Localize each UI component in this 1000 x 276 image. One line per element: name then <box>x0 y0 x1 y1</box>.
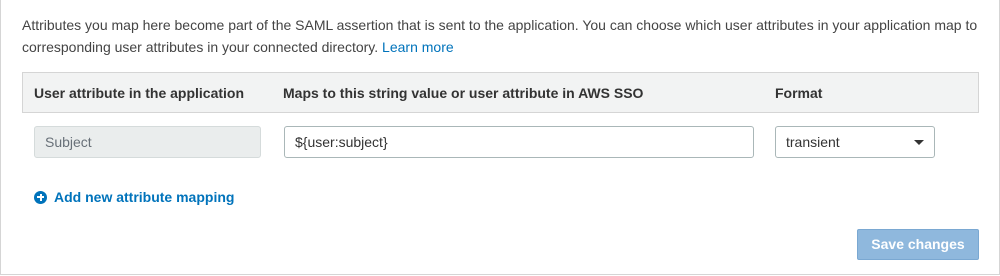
description: Attributes you map here become part of t… <box>22 14 982 58</box>
learn-more-link[interactable]: Learn more <box>382 39 454 55</box>
caret-down-icon <box>914 140 924 145</box>
attribute-mappings-panel: Attributes you map here become part of t… <box>0 0 1000 275</box>
app-attribute-field: Subject <box>34 126 261 158</box>
description-text: Attributes you map here become part of t… <box>22 17 978 55</box>
maps-to-input[interactable]: ${user:subject} <box>284 126 754 158</box>
header-app-attribute: User attribute in the application <box>34 85 245 101</box>
save-changes-button[interactable]: Save changes <box>857 229 979 260</box>
table-header: User attribute in the application Maps t… <box>22 72 979 113</box>
format-select[interactable]: transient <box>775 126 935 158</box>
format-select-value: transient <box>786 134 840 150</box>
header-format: Format <box>775 85 823 101</box>
plus-circle-icon <box>34 190 47 204</box>
table-row: Subject ${user:subject} transient <box>22 113 979 173</box>
header-maps-to: Maps to this string value or user attrib… <box>283 85 644 101</box>
attribute-mapping-table: User attribute in the application Maps t… <box>22 72 979 173</box>
add-attribute-mapping-link[interactable]: Add new attribute mapping <box>34 189 234 205</box>
add-attribute-mapping-label: Add new attribute mapping <box>54 189 235 205</box>
